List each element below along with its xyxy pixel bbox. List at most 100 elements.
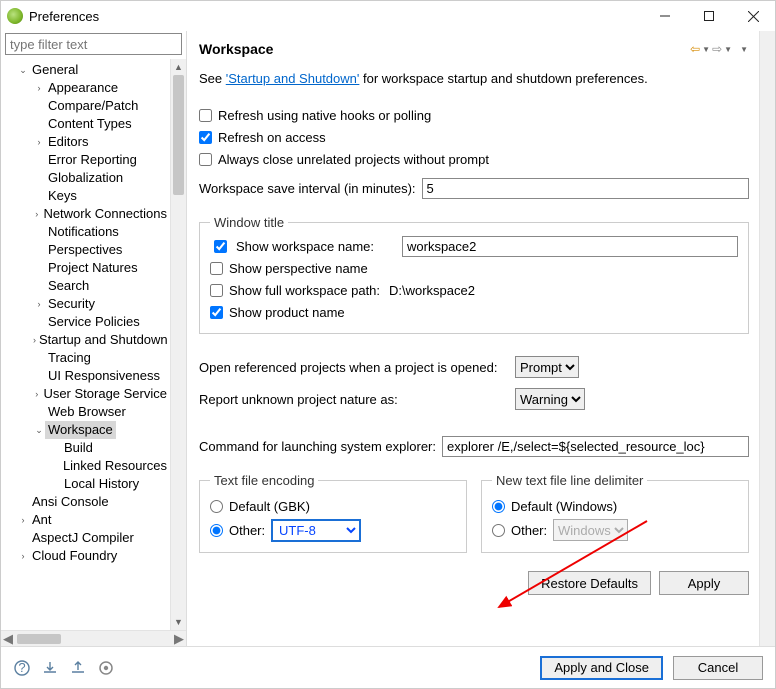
- refresh-native-checkbox[interactable]: [199, 109, 212, 122]
- minimize-button[interactable]: [643, 2, 687, 30]
- explorer-input[interactable]: [442, 436, 749, 457]
- tree-item-label: AspectJ Compiler: [29, 529, 137, 547]
- tree-item-search[interactable]: Search: [5, 277, 170, 295]
- help-icon[interactable]: ?: [13, 659, 31, 677]
- tree-item-compare-patch[interactable]: Compare/Patch: [5, 97, 170, 115]
- tree-item-appearance[interactable]: ›Appearance: [5, 79, 170, 97]
- tree-item-local-history[interactable]: Local History: [5, 475, 170, 493]
- encoding-other-label: Other:: [229, 523, 271, 538]
- hscroll-thumb[interactable]: [17, 634, 61, 644]
- tree-item-error-reporting[interactable]: Error Reporting: [5, 151, 170, 169]
- scroll-up-icon[interactable]: ▲: [171, 59, 186, 75]
- encoding-legend: Text file encoding: [210, 473, 318, 488]
- main-panel: Workspace ⇦ ▼ ⇨ ▼ ▼ See 'Startup and Shu…: [187, 31, 759, 646]
- tree-item-cloud-foundry[interactable]: ›Cloud Foundry: [5, 547, 170, 565]
- apply-and-close-button[interactable]: Apply and Close: [540, 656, 663, 680]
- forward-icon[interactable]: ⇨: [712, 42, 722, 56]
- forward-menu-icon[interactable]: ▼: [724, 45, 732, 54]
- save-interval-input[interactable]: [422, 178, 749, 199]
- close-button[interactable]: [731, 2, 775, 30]
- tree-item-label: Linked Resources: [60, 457, 170, 475]
- export-icon[interactable]: [69, 659, 87, 677]
- chevron-right-icon[interactable]: ›: [33, 385, 40, 403]
- tree-item-startup-and-shutdown[interactable]: ›Startup and Shutdown: [5, 331, 170, 349]
- encoding-other-radio[interactable]: [210, 524, 223, 537]
- chevron-down-icon[interactable]: ⌄: [33, 421, 45, 439]
- delimiter-default-radio[interactable]: [492, 500, 505, 513]
- tree-item-network-connections[interactable]: ›Network Connections: [5, 205, 170, 223]
- tree-item-ant[interactable]: ›Ant: [5, 511, 170, 529]
- main-vertical-scrollbar[interactable]: [759, 31, 775, 646]
- ws-name-input[interactable]: [402, 236, 738, 257]
- tree-item-label: Perspectives: [45, 241, 125, 259]
- unknown-nature-select[interactable]: Warning: [515, 388, 585, 410]
- tree-item-general[interactable]: ⌄General: [5, 61, 170, 79]
- tree-item-security[interactable]: ›Security: [5, 295, 170, 313]
- tree-item-project-natures[interactable]: Project Natures: [5, 259, 170, 277]
- full-path-value: D:\workspace2: [389, 283, 475, 298]
- tree-item-label: User Storage Service: [40, 385, 170, 403]
- back-menu-icon[interactable]: ▼: [702, 45, 710, 54]
- tree-item-workspace[interactable]: ⌄Workspace: [5, 421, 170, 439]
- tree-item-linked-resources[interactable]: Linked Resources: [5, 457, 170, 475]
- encoding-default-radio[interactable]: [210, 500, 223, 513]
- tree-item-label: Network Connections: [40, 205, 170, 223]
- back-icon[interactable]: ⇦: [690, 42, 700, 56]
- tree-item-ansi-console[interactable]: Ansi Console: [5, 493, 170, 511]
- window-title: Preferences: [29, 9, 643, 24]
- maximize-button[interactable]: [687, 2, 731, 30]
- encoding-select[interactable]: UTF-8: [271, 519, 361, 542]
- svg-text:?: ?: [18, 660, 25, 675]
- delimiter-other-radio[interactable]: [492, 524, 505, 537]
- filter-input[interactable]: [5, 33, 182, 55]
- chevron-down-icon[interactable]: ⌄: [17, 61, 29, 79]
- tree-item-content-types[interactable]: Content Types: [5, 115, 170, 133]
- show-perspective-checkbox[interactable]: [210, 262, 223, 275]
- tree-item-web-browser[interactable]: Web Browser: [5, 403, 170, 421]
- chevron-right-icon[interactable]: ›: [33, 205, 40, 223]
- show-product-label: Show product name: [229, 305, 345, 320]
- scroll-left-icon[interactable]: ◀: [3, 631, 13, 647]
- page-title: Workspace: [199, 41, 689, 57]
- scroll-down-icon[interactable]: ▼: [171, 614, 186, 630]
- chevron-right-icon[interactable]: ›: [33, 133, 45, 151]
- scroll-thumb[interactable]: [173, 75, 184, 195]
- chevron-right-icon[interactable]: ›: [33, 295, 45, 313]
- see-note: See 'Startup and Shutdown' for workspace…: [199, 71, 749, 86]
- chevron-right-icon[interactable]: ›: [17, 511, 29, 529]
- restore-defaults-button[interactable]: Restore Defaults: [528, 571, 651, 595]
- tree-item-notifications[interactable]: Notifications: [5, 223, 170, 241]
- open-ref-select[interactable]: Prompt: [515, 356, 579, 378]
- cancel-button[interactable]: Cancel: [673, 656, 763, 680]
- tree-item-tracing[interactable]: Tracing: [5, 349, 170, 367]
- tree-item-globalization[interactable]: Globalization: [5, 169, 170, 187]
- scroll-right-icon[interactable]: ▶: [174, 631, 184, 647]
- chevron-right-icon[interactable]: ›: [33, 79, 45, 97]
- show-product-checkbox[interactable]: [210, 306, 223, 319]
- page-menu-icon[interactable]: ▼: [740, 45, 748, 54]
- show-ws-name-checkbox[interactable]: [214, 240, 227, 253]
- tree-item-label: Ant: [29, 511, 55, 529]
- close-unrelated-label: Always close unrelated projects without …: [218, 152, 489, 167]
- import-icon[interactable]: [41, 659, 59, 677]
- tree-item-user-storage-service[interactable]: ›User Storage Service: [5, 385, 170, 403]
- apply-button[interactable]: Apply: [659, 571, 749, 595]
- encoding-group: Text file encoding Default (GBK) Other: …: [199, 473, 467, 553]
- refresh-access-checkbox[interactable]: [199, 131, 212, 144]
- tree-item-label: Keys: [45, 187, 80, 205]
- close-unrelated-checkbox[interactable]: [199, 153, 212, 166]
- tree-item-keys[interactable]: Keys: [5, 187, 170, 205]
- oomph-icon[interactable]: [97, 659, 115, 677]
- chevron-right-icon[interactable]: ›: [17, 547, 29, 565]
- tree-item-build[interactable]: Build: [5, 439, 170, 457]
- preferences-tree[interactable]: ⌄General›AppearanceCompare/PatchContent …: [1, 59, 170, 630]
- tree-item-aspectj-compiler[interactable]: AspectJ Compiler: [5, 529, 170, 547]
- startup-shutdown-link[interactable]: 'Startup and Shutdown': [226, 71, 360, 86]
- tree-item-editors[interactable]: ›Editors: [5, 133, 170, 151]
- show-full-path-checkbox[interactable]: [210, 284, 223, 297]
- tree-item-perspectives[interactable]: Perspectives: [5, 241, 170, 259]
- tree-item-ui-responsiveness[interactable]: UI Responsiveness: [5, 367, 170, 385]
- tree-horizontal-scrollbar[interactable]: ◀ ▶: [1, 630, 186, 646]
- tree-item-service-policies[interactable]: Service Policies: [5, 313, 170, 331]
- tree-vertical-scrollbar[interactable]: ▲ ▼: [170, 59, 186, 630]
